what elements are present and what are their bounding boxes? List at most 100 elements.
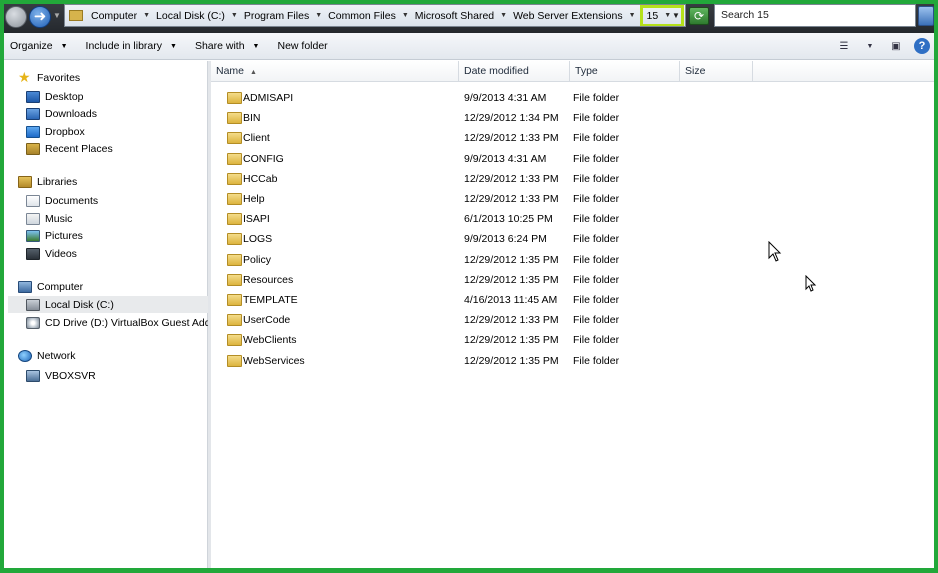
file-row[interactable]: Resources 12/29/2012 1:35 PM File folder (211, 270, 934, 290)
folder-icon (227, 152, 242, 165)
help-icon[interactable]: ? (914, 38, 930, 54)
chevron-down-icon[interactable]: ▼ (664, 12, 671, 19)
nav-item-label: VBOXSVR (45, 369, 96, 382)
chevron-down-icon[interactable]: ▼ (500, 12, 507, 19)
breadcrumb-web-server-extensions[interactable]: Web Server Extensions ▼ (513, 10, 641, 22)
nav-item-desktop[interactable]: Desktop (26, 88, 208, 105)
nav-item-documents[interactable]: Documents (26, 192, 208, 209)
cd-drive-icon (26, 316, 40, 329)
refresh-icon[interactable]: ⟳ (689, 7, 709, 25)
chevron-down-icon[interactable]: ▼ (231, 12, 238, 19)
folder-icon (227, 92, 242, 104)
back-button[interactable] (5, 6, 27, 28)
nav-computer[interactable]: Computer (18, 281, 83, 293)
file-date-modified: 12/29/2012 1:33 PM (464, 132, 559, 145)
folder-icon (227, 213, 242, 226)
column-header-size[interactable]: Size (680, 61, 753, 82)
folder-icon (227, 273, 242, 286)
breadcrumb-common-files[interactable]: Common Files ▼ (328, 10, 415, 22)
file-row[interactable]: WebServices 12/29/2012 1:35 PM File folder (211, 351, 934, 371)
desktop-icon (26, 90, 40, 103)
breadcrumb-label: Web Server Extensions (513, 9, 623, 22)
address-breadcrumb[interactable]: Computer ▼ Local Disk (C:) ▼ Program Files… (64, 4, 686, 27)
new-folder-button[interactable]: New folder (277, 40, 327, 52)
breadcrumb-program-files[interactable]: Program Files ▼ (244, 10, 328, 22)
column-header-type[interactable]: Type (570, 61, 680, 82)
file-list-pane: Name ▲ Date modified Type Size ADMISAPI 9/… (211, 61, 934, 569)
file-date-modified: 12/29/2012 1:35 PM (464, 334, 559, 347)
file-row[interactable]: LOGS 9/9/2013 6:24 PM File folder (211, 229, 934, 249)
nav-network[interactable]: Network (18, 350, 76, 362)
file-type: File folder (573, 193, 620, 205)
folder-icon (227, 132, 242, 145)
include-in-library-button[interactable]: Include in library ▼ (86, 40, 177, 52)
column-header-date-modified[interactable]: Date modified (459, 61, 570, 82)
file-name: HCCab (243, 172, 278, 185)
breadcrumb-label: Computer (91, 9, 138, 22)
nav-item-recent-places[interactable]: Recent Places (26, 140, 208, 157)
search-icon[interactable] (918, 6, 934, 26)
nav-item-dropbox[interactable]: Dropbox (26, 123, 208, 140)
file-row[interactable]: Client 12/29/2012 1:33 PM File folder (211, 128, 934, 148)
address-history-dropdown-icon[interactable]: ▼ (672, 11, 680, 20)
chevron-down-icon[interactable]: ▼ (862, 39, 878, 53)
file-row[interactable]: CONFIG 9/9/2013 4:31 AM File folder (211, 149, 934, 169)
file-type: File folder (573, 233, 620, 246)
downloads-icon (26, 107, 40, 120)
nav-item-music[interactable]: Music (26, 210, 208, 227)
file-date-modified: 9/9/2013 4:31 AM (464, 92, 547, 104)
nav-favorites[interactable]: ★ Favorites (18, 69, 80, 85)
column-header-label: Type (575, 65, 598, 77)
file-row[interactable]: HCCab 12/29/2012 1:33 PM File folder (211, 169, 934, 189)
star-icon: ★ (18, 69, 31, 85)
nav-item-pictures[interactable]: Pictures (26, 227, 208, 244)
nav-item-label: Desktop (45, 90, 84, 103)
file-type: File folder (573, 172, 620, 185)
nav-item-videos[interactable]: Videos (26, 245, 208, 262)
breadcrumb-local-disk[interactable]: Local Disk (C:) ▼ (156, 10, 244, 22)
recent-pages-dropdown-icon[interactable]: ▼ (53, 11, 61, 20)
organize-button[interactable]: Organize ▼ (10, 40, 68, 52)
file-row[interactable]: UserCode 12/29/2012 1:33 PM File folder (211, 310, 934, 330)
nav-item-vboxsvr[interactable]: VBOXSVR (26, 367, 208, 384)
breadcrumb-label: Common Files (328, 9, 396, 22)
column-header-name[interactable]: Name ▲ (211, 61, 459, 82)
share-with-label: Share with (194, 40, 245, 52)
file-type: File folder (573, 112, 620, 125)
file-row[interactable]: ADMISAPI 9/9/2013 4:31 AM File folder (211, 88, 934, 108)
nav-item-cd-drive[interactable]: CD Drive (D:) VirtualBox Guest Additi (26, 314, 208, 331)
change-view-icon[interactable]: ☰ (836, 39, 852, 53)
breadcrumb-microsoft-shared[interactable]: Microsoft Shared ▼ (415, 10, 513, 22)
nav-item-label: Local Disk (C:) (45, 298, 114, 311)
mouse-cursor-icon (768, 241, 782, 262)
address-bar-region: ➜ ▼ Computer ▼ Local Disk (C:) ▼ Program F… (0, 0, 938, 33)
nav-item-downloads[interactable]: Downloads (26, 105, 208, 122)
nav-item-label: Dropbox (45, 125, 85, 138)
search-input[interactable]: Search 15 (714, 4, 916, 27)
file-row[interactable]: BIN 12/29/2012 1:34 PM File folder (211, 108, 934, 128)
forward-button[interactable]: ➜ (29, 6, 51, 28)
file-row[interactable]: WebClients 12/29/2012 1:35 PM File folder (211, 330, 934, 350)
file-row[interactable]: TEMPLATE 4/16/2013 11:45 AM File folder (211, 290, 934, 310)
network-server-icon (26, 369, 40, 382)
file-row[interactable]: Help 12/29/2012 1:33 PM File folder (211, 189, 934, 209)
preview-pane-icon[interactable]: ▣ (888, 39, 904, 53)
nav-libraries[interactable]: Libraries (18, 176, 77, 188)
file-row[interactable]: Policy 12/29/2012 1:35 PM File folder (211, 250, 934, 270)
organize-label: Organize (10, 40, 53, 52)
file-type: File folder (573, 334, 620, 347)
file-row[interactable]: ISAPI 6/1/2013 10:25 PM File folder (211, 209, 934, 229)
chevron-down-icon[interactable]: ▼ (143, 12, 150, 19)
share-with-button[interactable]: Share with ▼ (195, 40, 260, 52)
file-type: File folder (573, 152, 620, 165)
chevron-down-icon[interactable]: ▼ (315, 12, 322, 19)
nav-item-local-disk[interactable]: Local Disk (C:) (8, 296, 208, 313)
command-bar: Organize ▼ Include in library ▼ Share with… (0, 33, 938, 60)
chevron-down-icon[interactable]: ▼ (629, 12, 636, 19)
column-header-label: Size (685, 65, 706, 77)
chevron-down-icon[interactable]: ▼ (402, 12, 409, 19)
breadcrumb-computer[interactable]: Computer ▼ (91, 10, 156, 22)
mouse-cursor-icon (805, 275, 817, 292)
pictures-icon (26, 229, 40, 242)
file-name: WebClients (243, 334, 297, 347)
